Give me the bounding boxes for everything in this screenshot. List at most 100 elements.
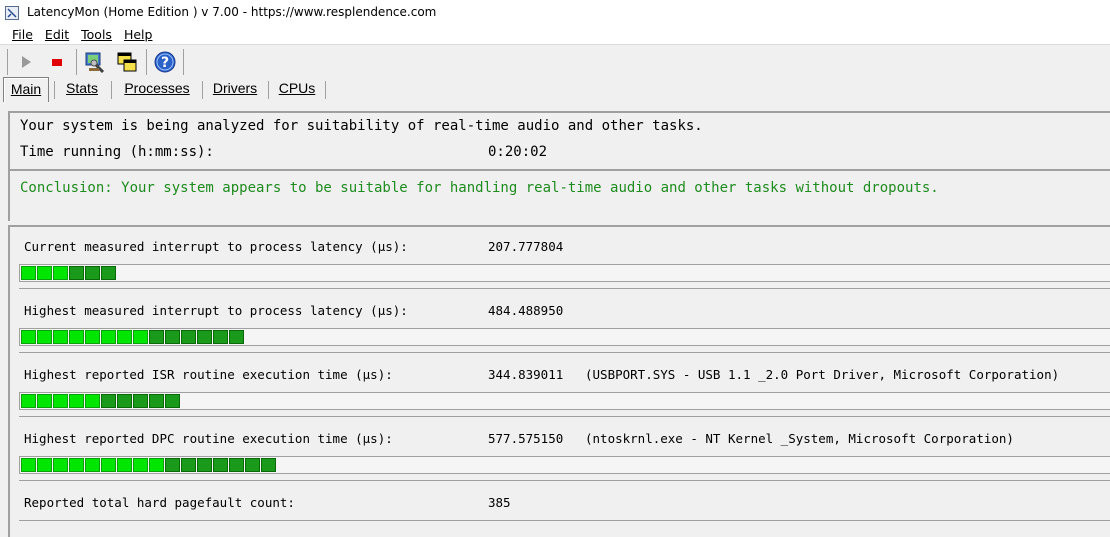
- divider: [19, 288, 1110, 289]
- bar-segment: [69, 266, 84, 280]
- bar-segment: [53, 266, 68, 280]
- bar-segment: [149, 394, 164, 408]
- bar-segment: [21, 458, 36, 472]
- tab-stats[interactable]: Stats: [60, 77, 104, 101]
- toolbar-separator: [76, 49, 77, 75]
- title-bar: LatencyMon (Home Edition ) v 7.00 - http…: [0, 0, 1110, 24]
- metric-driver-info: (USBPORT.SYS - USB 1.1 _2.0 Port Driver,…: [585, 367, 1060, 382]
- latency-bar: [21, 330, 245, 344]
- metric-value: 484.488950: [488, 303, 564, 318]
- divider: [19, 520, 1110, 521]
- bar-segment: [165, 330, 180, 344]
- bar-segment: [165, 394, 180, 408]
- tab-drivers[interactable]: Drivers: [208, 77, 262, 101]
- bar-segment: [133, 330, 148, 344]
- menu-tools[interactable]: Tools: [79, 27, 114, 42]
- bar-segment: [197, 458, 212, 472]
- bar-segment: [85, 330, 100, 344]
- bar-segment: [165, 458, 180, 472]
- time-running-label: Time running (h:mm:ss):: [20, 144, 214, 160]
- bar-segment: [69, 458, 84, 472]
- bar-segment: [197, 330, 212, 344]
- bar-segment: [37, 458, 52, 472]
- bar-segment: [181, 458, 196, 472]
- analysis-status: Your system is being analyzed for suitab…: [20, 118, 703, 134]
- dpc-bar: [21, 458, 277, 472]
- bar-segment: [85, 266, 100, 280]
- isr-bar-track: [19, 392, 1110, 410]
- latency-bar-track: [19, 264, 1110, 282]
- tab-separator: [325, 81, 326, 99]
- tab-separator: [202, 81, 203, 99]
- bar-segment: [213, 330, 228, 344]
- divider: [19, 480, 1110, 481]
- analysis-panel: Your system is being analyzed for suitab…: [8, 111, 1110, 169]
- latency-bar-track: [19, 328, 1110, 346]
- svg-text:?: ?: [161, 55, 169, 71]
- app-icon: [5, 5, 19, 20]
- bar-segment: [261, 458, 276, 472]
- menu-edit[interactable]: Edit: [43, 27, 71, 42]
- tab-cpus[interactable]: CPUs: [275, 77, 319, 101]
- tab-strip: Main Stats Processes Drivers CPUs: [0, 77, 1110, 102]
- bar-segment: [69, 330, 84, 344]
- bar-segment: [117, 394, 132, 408]
- time-running-value: 0:20:02: [488, 144, 548, 160]
- bar-segment: [181, 330, 196, 344]
- help-button[interactable]: ?: [152, 49, 178, 75]
- metric-value: 577.575150: [488, 431, 564, 446]
- bar-segment: [101, 394, 116, 408]
- bar-segment: [53, 330, 68, 344]
- stop-button[interactable]: [44, 49, 70, 75]
- bar-segment: [21, 266, 36, 280]
- bar-segment: [229, 330, 244, 344]
- toolbar-separator: [7, 49, 8, 75]
- divider: [19, 352, 1110, 353]
- window-title: LatencyMon (Home Edition ) v 7.00 - http…: [27, 5, 437, 19]
- bar-segment: [101, 330, 116, 344]
- bar-segment: [37, 394, 52, 408]
- dpc-bar-track: [19, 456, 1110, 474]
- tab-main[interactable]: Main: [3, 77, 49, 102]
- bar-segment: [85, 458, 100, 472]
- tools-button[interactable]: [82, 49, 108, 75]
- bar-segment: [117, 458, 132, 472]
- menu-help[interactable]: Help: [122, 27, 155, 42]
- menu-file[interactable]: File: [10, 27, 35, 42]
- bar-segment: [149, 330, 164, 344]
- bar-segment: [133, 394, 148, 408]
- tab-separator: [111, 81, 112, 99]
- tab-processes[interactable]: Processes: [118, 77, 196, 101]
- windows-button[interactable]: [114, 49, 140, 75]
- toolbar-separator: [146, 49, 147, 75]
- latency-bar: [21, 266, 117, 280]
- conclusion-panel: Conclusion: Your system appears to be su…: [8, 169, 1110, 221]
- metric-driver-info: (ntoskrnl.exe - NT Kernel _System, Micro…: [585, 431, 1014, 446]
- windows-icon: [117, 52, 137, 72]
- conclusion-text: Conclusion: Your system appears to be su…: [20, 180, 939, 196]
- metric-label: Highest reported ISR routine execution t…: [24, 367, 393, 382]
- tab-separator: [268, 81, 269, 99]
- metric-value: 207.777804: [488, 239, 564, 254]
- metric-label: Reported total hard pagefault count:: [24, 495, 295, 510]
- bar-segment: [53, 458, 68, 472]
- bar-segment: [53, 394, 68, 408]
- divider: [19, 416, 1110, 417]
- bar-segment: [229, 458, 244, 472]
- toolbar: ?: [0, 44, 1110, 78]
- main-panel: Your system is being analyzed for suitab…: [8, 111, 1110, 537]
- metric-value: 385: [488, 495, 511, 510]
- bar-segment: [149, 458, 164, 472]
- bar-segment: [213, 458, 228, 472]
- help-icon: ?: [154, 51, 176, 73]
- bar-segment: [37, 330, 52, 344]
- stop-icon: [52, 59, 62, 66]
- start-button[interactable]: [13, 49, 39, 75]
- bar-segment: [133, 458, 148, 472]
- metric-value: 344.839011: [488, 367, 564, 382]
- metric-label: Highest measured interrupt to process la…: [24, 303, 408, 318]
- bar-segment: [85, 394, 100, 408]
- bar-segment: [101, 458, 116, 472]
- play-icon: [22, 56, 31, 68]
- tab-separator: [54, 81, 55, 99]
